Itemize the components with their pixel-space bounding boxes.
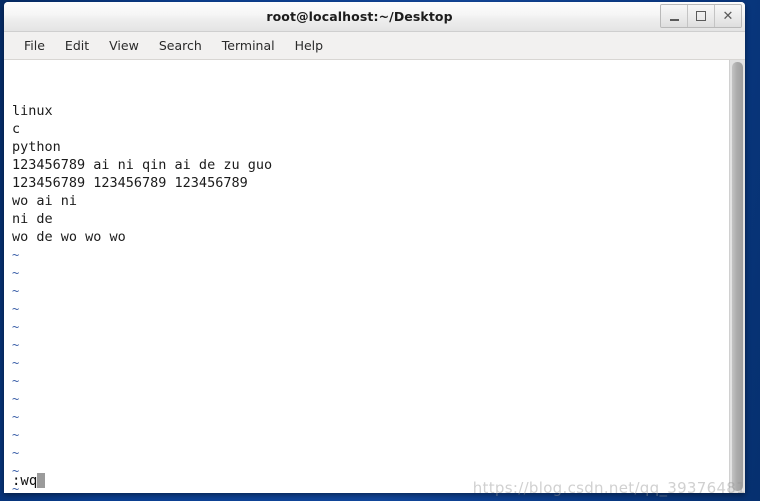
empty-line-marker: ~ (12, 446, 20, 460)
terminal-line: linux (12, 103, 53, 119)
empty-line-marker: ~ (12, 248, 20, 262)
editor-status-line: :wq (12, 472, 46, 490)
terminal-line: ni de (12, 211, 53, 227)
vertical-scrollbar[interactable] (729, 60, 745, 493)
menu-item-help[interactable]: Help (285, 35, 334, 56)
terminal-line: wo de wo wo wo (12, 229, 126, 245)
empty-line-marker: ~ (12, 320, 20, 334)
text-cursor (37, 473, 46, 488)
empty-line-marker: ~ (12, 410, 20, 424)
empty-line-marker: ~ (12, 284, 20, 298)
empty-line-marker: ~ (12, 356, 20, 370)
status-line-text: :wq (12, 473, 38, 489)
empty-line-marker: ~ (12, 428, 20, 442)
terminal-area: linux c python 123456789 ai ni qin ai de zu… (4, 60, 745, 493)
empty-line-marker: ~ (12, 266, 20, 280)
close-icon: ✕ (722, 8, 734, 24)
empty-line-marker: ~ (12, 392, 20, 406)
maximize-button[interactable] (688, 5, 715, 27)
terminal-line: python (12, 139, 61, 155)
empty-line-marker: ~ (12, 482, 20, 493)
menu-item-file[interactable]: File (14, 35, 55, 56)
empty-line-marker: ~ (12, 374, 20, 388)
menu-item-edit[interactable]: Edit (55, 35, 99, 56)
terminal-line: 123456789 123456789 123456789 (12, 175, 248, 191)
terminal-line: 123456789 ai ni qin ai de zu guo (12, 157, 273, 173)
menu-item-search[interactable]: Search (149, 35, 212, 56)
window-titlebar[interactable]: root@localhost:~/Desktop ✕ (4, 2, 745, 32)
close-button[interactable]: ✕ (715, 5, 741, 27)
editor-buffer: linux c python 123456789 ai ni qin ai de zu… (12, 102, 729, 493)
empty-line-marker: ~ (12, 302, 20, 316)
window-controls: ✕ (660, 4, 742, 28)
window-title: root@localhost:~/Desktop (266, 9, 453, 24)
maximize-icon (696, 11, 706, 21)
empty-line-marker: ~ (12, 464, 20, 478)
terminal-line: wo ai ni (12, 193, 78, 209)
terminal-window: root@localhost:~/Desktop ✕ File Edit Vie… (4, 2, 745, 493)
terminal-screen[interactable]: linux c python 123456789 ai ni qin ai de zu… (4, 60, 729, 493)
scrollbar-thumb[interactable] (732, 62, 743, 491)
menu-item-view[interactable]: View (99, 35, 149, 56)
menu-bar: File Edit View Search Terminal Help (4, 32, 745, 60)
minimize-button[interactable] (661, 5, 688, 27)
menu-item-terminal[interactable]: Terminal (212, 35, 285, 56)
minimize-icon (669, 18, 679, 21)
terminal-line: c (12, 121, 21, 137)
empty-line-marker: ~ (12, 338, 20, 352)
